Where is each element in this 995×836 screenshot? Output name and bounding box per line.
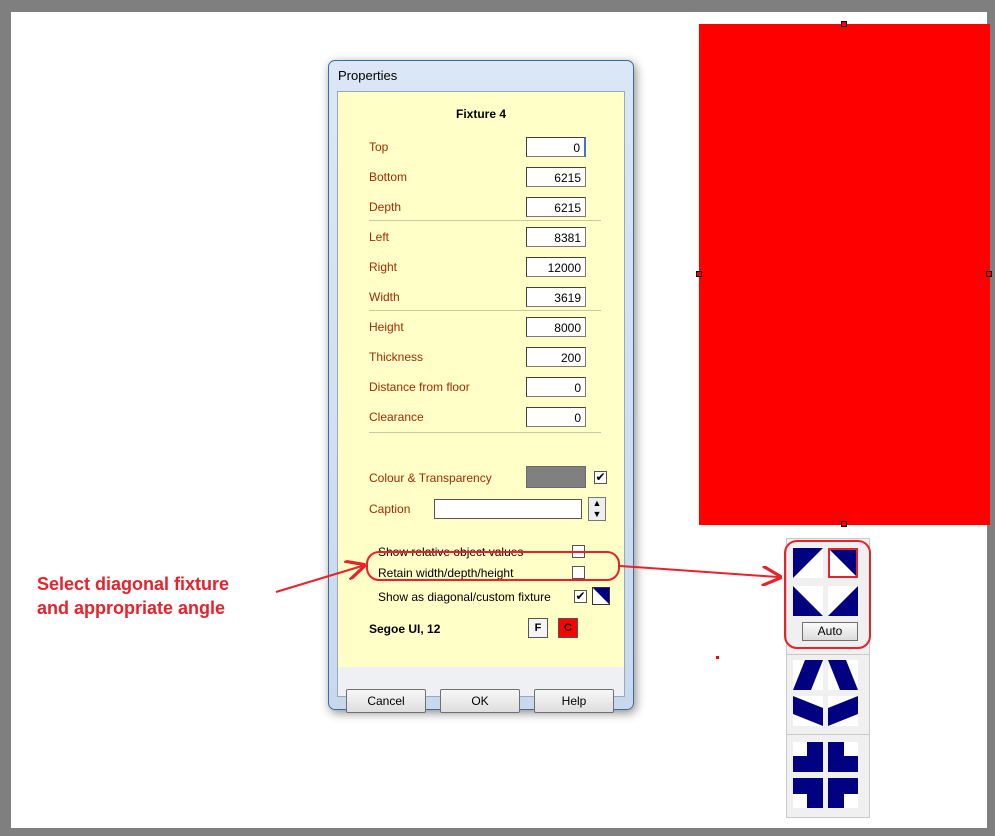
field-label: Width (369, 290, 400, 304)
option-label: Show as diagonal/custom fixture (378, 590, 551, 604)
caption-input[interactable] (434, 499, 582, 519)
option-label: Show relative object values (378, 545, 524, 559)
resize-handle-top[interactable] (841, 21, 847, 27)
help-button[interactable]: Help (534, 689, 614, 713)
diagonal-bottom-right-icon[interactable] (828, 586, 858, 616)
ok-button[interactable]: OK (440, 689, 520, 713)
auto-button[interactable]: Auto (802, 622, 858, 641)
field-row-clearance: Clearance 0 (338, 406, 624, 430)
caption-label: Caption (369, 502, 411, 516)
skew-down-left-icon[interactable] (793, 696, 823, 726)
field-label: Bottom (369, 170, 408, 184)
picker-divider (786, 654, 870, 655)
field-row-right: Right 12000 (338, 256, 624, 280)
font-colour-button[interactable]: C (558, 618, 578, 638)
thickness-input[interactable]: 200 (526, 347, 586, 367)
resize-handle-bottom[interactable] (841, 521, 847, 527)
cancel-button[interactable]: Cancel (346, 689, 426, 713)
skew-up-left-icon[interactable] (793, 660, 823, 690)
field-row-depth: Depth 6215 (338, 196, 624, 220)
show-relative-checkbox[interactable] (572, 545, 585, 558)
font-button[interactable]: F (528, 618, 548, 638)
diagonal-bottom-left-icon[interactable] (793, 586, 823, 616)
height-input[interactable]: 8000 (526, 317, 586, 337)
colour-checkbox[interactable]: ✔ (594, 471, 607, 484)
field-label: Depth (369, 200, 402, 214)
separator (369, 432, 601, 433)
field-row-height: Height 8000 (338, 316, 624, 340)
left-input[interactable]: 8381 (526, 227, 586, 247)
corner-bottom-left-icon[interactable] (793, 778, 823, 808)
annotation-text-line1: Select diagonal fixture (37, 574, 230, 594)
field-label: Thickness (369, 350, 424, 364)
field-label: Clearance (369, 410, 424, 424)
properties-panel: Fixture 4 Top 0 Bottom 6215 Depth 6215 L… (338, 92, 624, 667)
skew-down-right-icon[interactable] (828, 696, 858, 726)
caption-spinner[interactable]: ▲ ▼ (588, 497, 606, 521)
colour-swatch[interactable] (526, 466, 586, 488)
picker-divider (786, 734, 870, 735)
field-row-left: Left 8381 (338, 226, 624, 250)
corner-top-left-icon[interactable] (793, 742, 823, 772)
fixture-4-shape[interactable] (699, 24, 990, 525)
separator (369, 310, 601, 311)
diagonal-down-right-icon[interactable] (828, 548, 858, 578)
diagonal-angle-button[interactable] (592, 587, 610, 605)
marker-dot (716, 656, 719, 659)
annotation-text-line2: and appropriate angle (37, 598, 226, 618)
font-label: Segoe UI, 12 (369, 622, 441, 636)
field-label: Right (369, 260, 398, 274)
field-label: Height (369, 320, 404, 334)
field-row-thickness: Thickness 200 (338, 346, 624, 370)
distance-from-floor-input[interactable]: 0 (526, 377, 586, 397)
field-label: Left (369, 230, 390, 244)
depth-input[interactable]: 6215 (526, 197, 586, 217)
field-label: Top (369, 140, 389, 154)
dialog-title: Properties (338, 68, 398, 83)
field-row-width: Width 3619 (338, 286, 624, 310)
skew-up-right-icon[interactable] (828, 660, 858, 690)
diagonal-fixture-checkbox[interactable]: ✔ (574, 590, 587, 603)
bottom-input[interactable]: 6215 (526, 167, 586, 187)
separator (369, 220, 601, 221)
colour-transparency-label: Colour & Transparency (369, 471, 492, 485)
top-input[interactable]: 0 (526, 137, 586, 157)
corner-top-right-icon[interactable] (828, 742, 858, 772)
clearance-input[interactable]: 0 (526, 407, 586, 427)
field-label: Distance from floor (369, 380, 470, 394)
dialog-body: Fixture 4 Top 0 Bottom 6215 Depth 6215 L… (337, 91, 625, 713)
diagonal-up-left-icon[interactable] (793, 548, 823, 578)
right-input[interactable]: 12000 (526, 257, 586, 277)
width-input[interactable]: 3619 (526, 287, 586, 307)
diagonal-down-icon (593, 588, 609, 604)
field-row-bottom: Bottom 6215 (338, 166, 624, 190)
corner-bottom-right-icon[interactable] (828, 778, 858, 808)
field-row-top: Top 0 (338, 136, 624, 160)
properties-dialog: Properties Fixture 4 Top 0 Bottom 6215 D… (328, 60, 634, 713)
resize-handle-left[interactable] (696, 271, 702, 277)
retain-dimensions-checkbox[interactable] (572, 566, 585, 579)
fixture-name: Fixture 4 (455, 107, 506, 121)
resize-handle-right[interactable] (986, 271, 992, 277)
option-label: Retain width/depth/height (378, 566, 514, 580)
field-row-distance-from-floor: Distance from floor 0 (338, 376, 624, 400)
